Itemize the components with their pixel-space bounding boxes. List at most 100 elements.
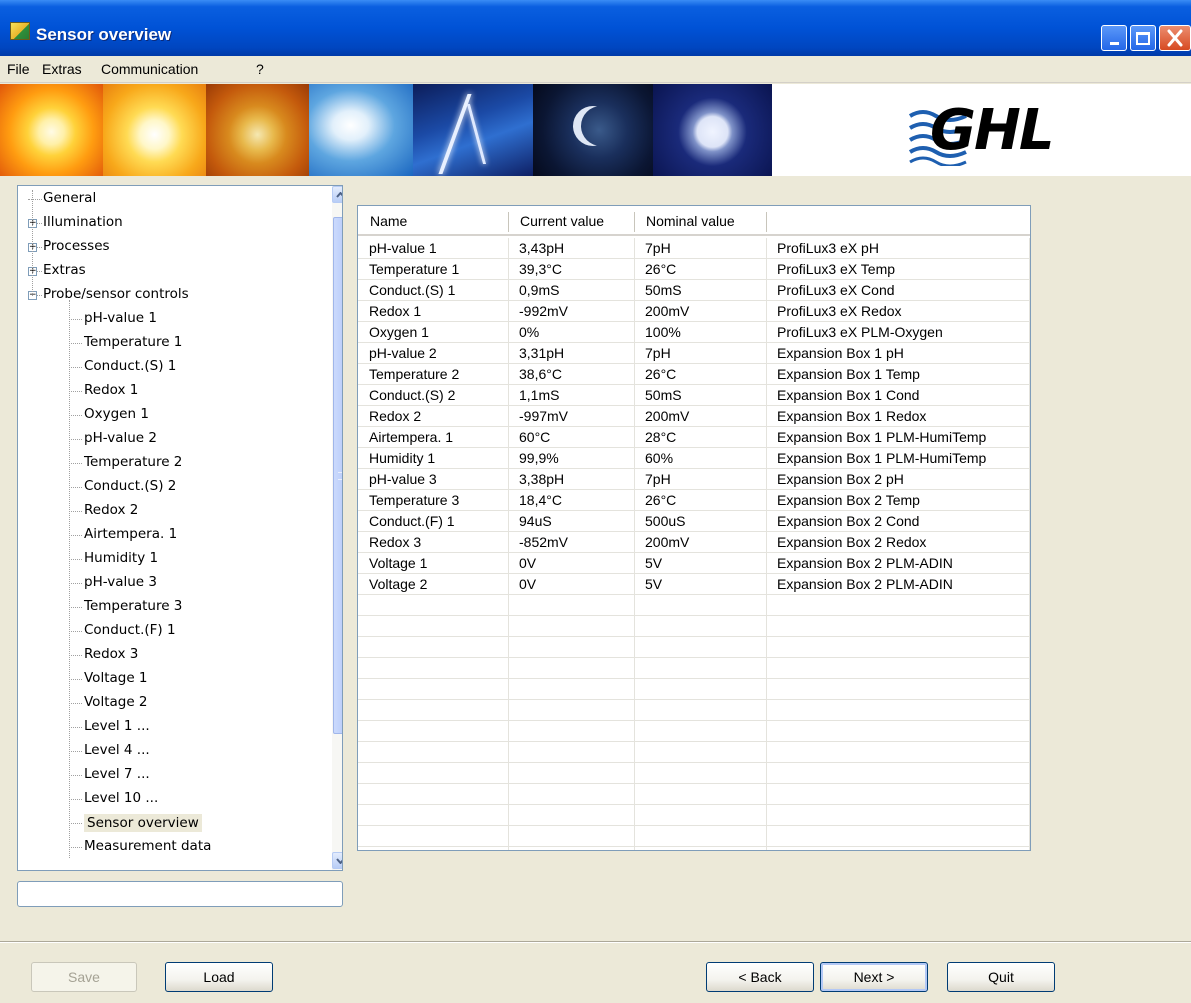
table-row[interactable] xyxy=(358,700,1030,721)
cell-description: ProfiLux3 eX Redox xyxy=(777,303,902,319)
cell-name: Redox 2 xyxy=(369,408,422,424)
table-row[interactable] xyxy=(358,679,1030,700)
tree-node[interactable]: Redox 3 xyxy=(18,645,318,665)
tree-node[interactable]: Temperature 1 xyxy=(18,333,318,353)
table-row[interactable]: Temperature 2 38,6°C 26°C Expansion Box 1 T… xyxy=(358,364,1030,385)
table-row[interactable]: Temperature 1 39,3°C 26°C ProfiLux3 eX Temp xyxy=(358,259,1030,280)
table-row[interactable]: Redox 2 -997mV 200mV Expansion Box 1 Redox xyxy=(358,406,1030,427)
table-row[interactable]: Airtempera. 1 60°C 28°C Expansion Box 1 PLM… xyxy=(358,427,1030,448)
quit-button[interactable]: Quit xyxy=(947,962,1055,992)
save-button[interactable]: Save xyxy=(31,962,137,992)
cell-name: Temperature 3 xyxy=(369,492,460,508)
scroll-down-button[interactable] xyxy=(332,852,342,869)
tree-node[interactable]: pH-value 1 xyxy=(18,309,318,329)
tree-node[interactable]: − Probe/sensor controls xyxy=(18,285,318,305)
sensor-table[interactable]: Name Current value Nominal value pH-valu… xyxy=(357,205,1031,851)
tree-node[interactable]: + Extras xyxy=(18,261,318,281)
scroll-up-button[interactable] xyxy=(332,186,342,203)
table-row[interactable] xyxy=(358,595,1030,616)
table-row[interactable] xyxy=(358,616,1030,637)
column-header-name[interactable]: Name xyxy=(358,206,508,236)
load-button[interactable]: Load xyxy=(165,962,273,992)
tree-scrollbar[interactable] xyxy=(332,186,342,870)
tree-node-label: Conduct.(S) 2 xyxy=(84,478,177,494)
minimize-button[interactable] xyxy=(1101,25,1127,51)
back-button[interactable]: < Back xyxy=(706,962,814,992)
next-button[interactable]: Next > xyxy=(820,962,928,992)
column-header-current-value[interactable]: Current value xyxy=(508,206,634,236)
table-row[interactable] xyxy=(358,637,1030,658)
chevron-up-icon xyxy=(336,191,342,198)
tree-node[interactable]: Oxygen 1 xyxy=(18,405,318,425)
table-row[interactable] xyxy=(358,784,1030,805)
scroll-thumb[interactable] xyxy=(333,217,342,734)
table-row[interactable] xyxy=(358,763,1030,784)
tree-node[interactable]: Sensor overview xyxy=(18,813,318,833)
tree-node[interactable]: Conduct.(F) 1 xyxy=(18,621,318,641)
table-row[interactable]: Humidity 1 99,9% 60% Expansion Box 1 PLM-Hu… xyxy=(358,448,1030,469)
close-button[interactable] xyxy=(1159,25,1191,51)
menu-extras[interactable]: Extras xyxy=(42,61,82,77)
table-row[interactable]: pH-value 3 3,38pH 7pH Expansion Box 2 pH xyxy=(358,469,1030,490)
table-row[interactable] xyxy=(358,721,1030,742)
tree-node-label: Level 7 ... xyxy=(84,766,150,782)
table-row[interactable]: Conduct.(S) 2 1,1mS 50mS Expansion Box 1 Co… xyxy=(358,385,1030,406)
tree-node[interactable]: Humidity 1 xyxy=(18,549,318,569)
tree-node[interactable]: + Illumination xyxy=(18,213,318,233)
tree-node[interactable]: Temperature 2 xyxy=(18,453,318,473)
title-bar[interactable]: Sensor overview xyxy=(0,0,1191,56)
tree-node[interactable]: Level 1 ... xyxy=(18,717,318,737)
table-row[interactable] xyxy=(358,742,1030,763)
cell-name: Voltage 2 xyxy=(369,576,428,592)
status-field[interactable] xyxy=(17,881,343,907)
table-row[interactable]: Voltage 2 0V 5V Expansion Box 2 PLM-ADIN xyxy=(358,574,1030,595)
table-row[interactable]: Conduct.(S) 1 0,9mS 50mS ProfiLux3 eX Cond xyxy=(358,280,1030,301)
tree-node-label: Sensor overview xyxy=(84,814,202,832)
table-row[interactable] xyxy=(358,658,1030,679)
tree-node[interactable]: Temperature 3 xyxy=(18,597,318,617)
maximize-button[interactable] xyxy=(1130,25,1156,51)
column-header-description[interactable] xyxy=(766,206,1030,236)
tree-node[interactable]: Redox 2 xyxy=(18,501,318,521)
table-row[interactable]: Redox 1 -992mV 200mV ProfiLux3 eX Redox xyxy=(358,301,1030,322)
tree-node[interactable]: Voltage 2 xyxy=(18,693,318,713)
app-icon xyxy=(10,22,30,40)
tree-node[interactable]: pH-value 2 xyxy=(18,429,318,449)
cell-current-value: 99,9% xyxy=(519,450,559,466)
tree-node[interactable]: Measurement data xyxy=(18,837,318,857)
tree-node[interactable]: + Processes xyxy=(18,237,318,257)
menu-help[interactable]: ? xyxy=(256,61,264,77)
cell-nominal-value: 26°C xyxy=(645,261,677,277)
tree-node[interactable]: Airtempera. 1 xyxy=(18,525,318,545)
chevron-down-icon xyxy=(336,857,342,864)
tree-node[interactable]: Redox 1 xyxy=(18,381,318,401)
tree-node[interactable]: Level 10 ... xyxy=(18,789,318,809)
table-row[interactable]: pH-value 2 3,31pH 7pH Expansion Box 1 pH xyxy=(358,343,1030,364)
table-row[interactable]: Temperature 3 18,4°C 26°C Expansion Box 2 T… xyxy=(358,490,1030,511)
tree-node[interactable]: pH-value 3 xyxy=(18,573,318,593)
tree-node[interactable]: Level 4 ... xyxy=(18,741,318,761)
tree-node-label: Oxygen 1 xyxy=(84,406,149,422)
menu-file[interactable]: File xyxy=(7,61,30,77)
column-header-nominal-value[interactable]: Nominal value xyxy=(634,206,766,236)
cell-description: Expansion Box 1 Cond xyxy=(777,387,920,403)
table-row[interactable] xyxy=(358,826,1030,847)
tree-node[interactable]: Voltage 1 xyxy=(18,669,318,689)
cell-description: Expansion Box 1 PLM-HumiTemp xyxy=(777,450,987,466)
navigation-tree[interactable]: General + Illumination + Processes + Extras − Pr… xyxy=(17,185,343,871)
tree-node[interactable]: Conduct.(S) 1 xyxy=(18,357,318,377)
table-row[interactable]: Conduct.(F) 1 94uS 500uS Expansion Box 2 Co… xyxy=(358,511,1030,532)
cell-name: Conduct.(S) 1 xyxy=(369,282,456,298)
tree-node[interactable]: Level 7 ... xyxy=(18,765,318,785)
table-row[interactable]: Redox 3 -852mV 200mV Expansion Box 2 Redox xyxy=(358,532,1030,553)
tree-node-label: Illumination xyxy=(43,214,123,230)
menu-communication[interactable]: Communication xyxy=(101,61,198,77)
table-header: Name Current value Nominal value xyxy=(358,206,1030,236)
table-row[interactable]: pH-value 1 3,43pH 7pH ProfiLux3 eX pH xyxy=(358,238,1030,259)
tree-node[interactable]: General xyxy=(18,189,318,209)
table-row[interactable]: Voltage 1 0V 5V Expansion Box 2 PLM-ADIN xyxy=(358,553,1030,574)
tree-node[interactable]: Conduct.(S) 2 xyxy=(18,477,318,497)
cell-nominal-value: 7pH xyxy=(645,345,671,361)
table-row[interactable]: Oxygen 1 0% 100% ProfiLux3 eX PLM-Oxygen xyxy=(358,322,1030,343)
table-row[interactable] xyxy=(358,805,1030,826)
